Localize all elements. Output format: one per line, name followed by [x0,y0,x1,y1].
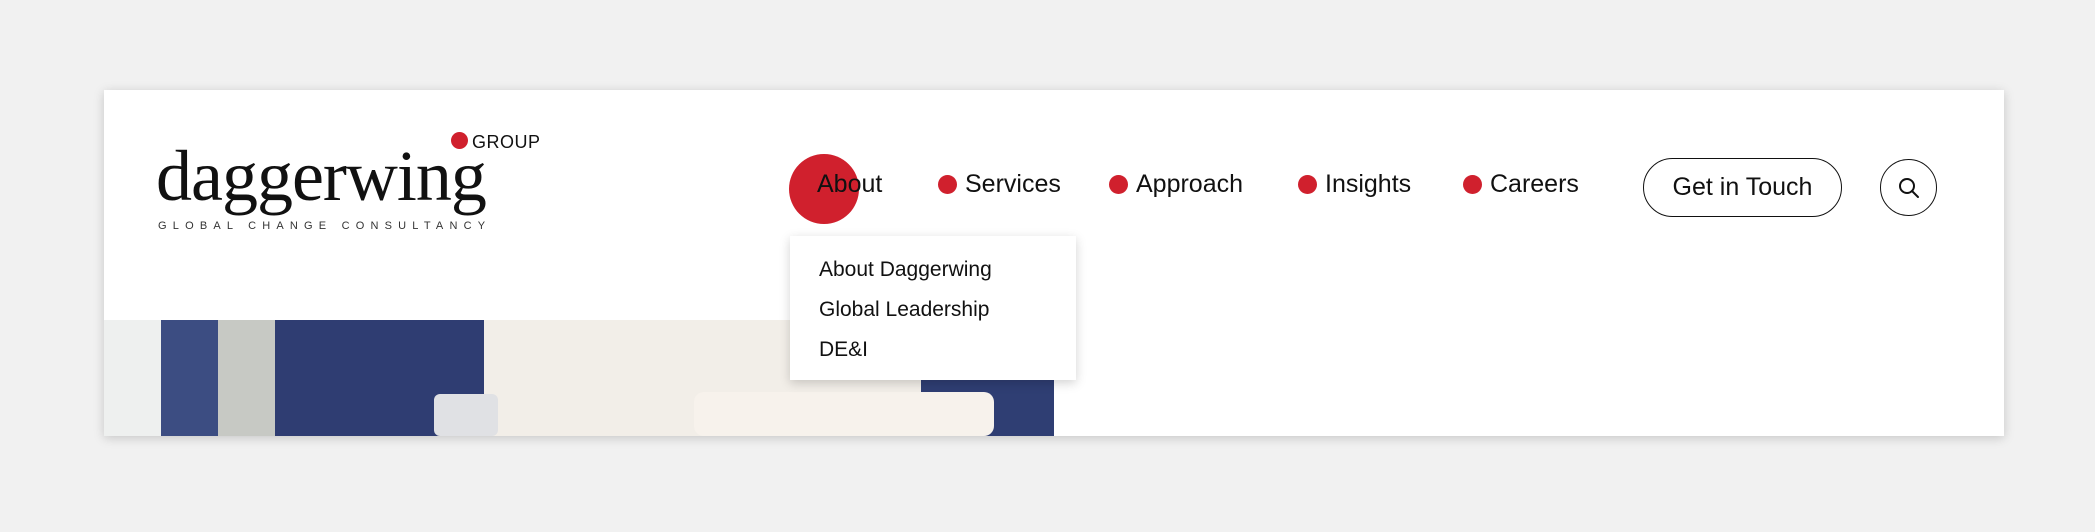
search-button[interactable] [1880,159,1937,216]
logo[interactable]: daggerwing GROUP GLOBAL CHANGE CONSULTAN… [156,132,540,242]
nav-item-services[interactable]: Services [938,162,1061,206]
logo-tagline: GLOBAL CHANGE CONSULTANCY [158,220,492,232]
search-icon [1898,177,1919,198]
dropdown-item-dei[interactable]: DE&I [819,338,868,362]
nav-item-insights[interactable]: Insights [1298,162,1411,206]
logo-dot-icon [451,132,468,149]
site-frame: daggerwing GROUP GLOBAL CHANGE CONSULTAN… [104,90,2004,436]
bullet-icon [1298,174,1317,194]
bullet-icon [938,174,957,194]
about-dropdown-menu: About Daggerwing Global Leadership DE&I [790,236,1076,380]
nav-item-about[interactable]: About [817,162,882,206]
nav-item-careers[interactable]: Careers [1463,162,1579,206]
bullet-icon [1109,174,1128,194]
dropdown-item-global-leadership[interactable]: Global Leadership [819,298,989,322]
dropdown-item-about-daggerwing[interactable]: About Daggerwing [819,258,992,282]
logo-wordmark: daggerwing [156,136,487,216]
nav-item-label: Insights [1325,169,1412,198]
nav-item-label: Approach [1136,169,1244,198]
nav-item-label: Services [965,169,1061,198]
logo-group-label: GROUP [472,132,541,152]
bullet-icon [1463,174,1482,194]
nav-item-label: About [817,169,883,198]
nav-item-label: Careers [1490,169,1579,198]
get-in-touch-button[interactable]: Get in Touch [1643,158,1842,217]
nav-item-approach[interactable]: Approach [1109,162,1243,206]
